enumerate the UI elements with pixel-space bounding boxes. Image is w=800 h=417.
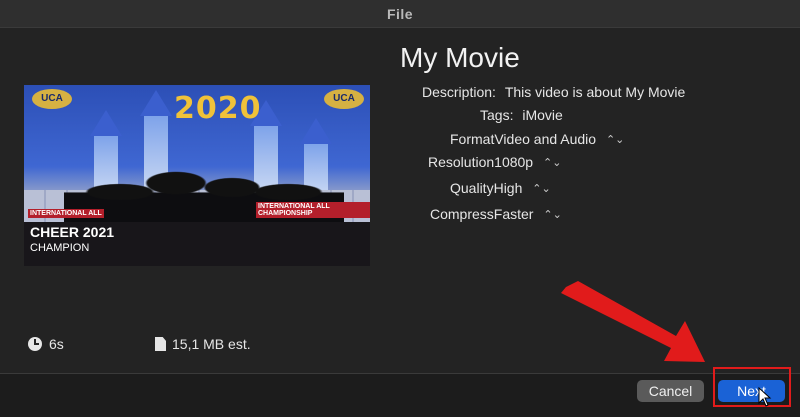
mouse-cursor-icon [758,387,772,407]
red-arrow-annotation [561,281,705,362]
